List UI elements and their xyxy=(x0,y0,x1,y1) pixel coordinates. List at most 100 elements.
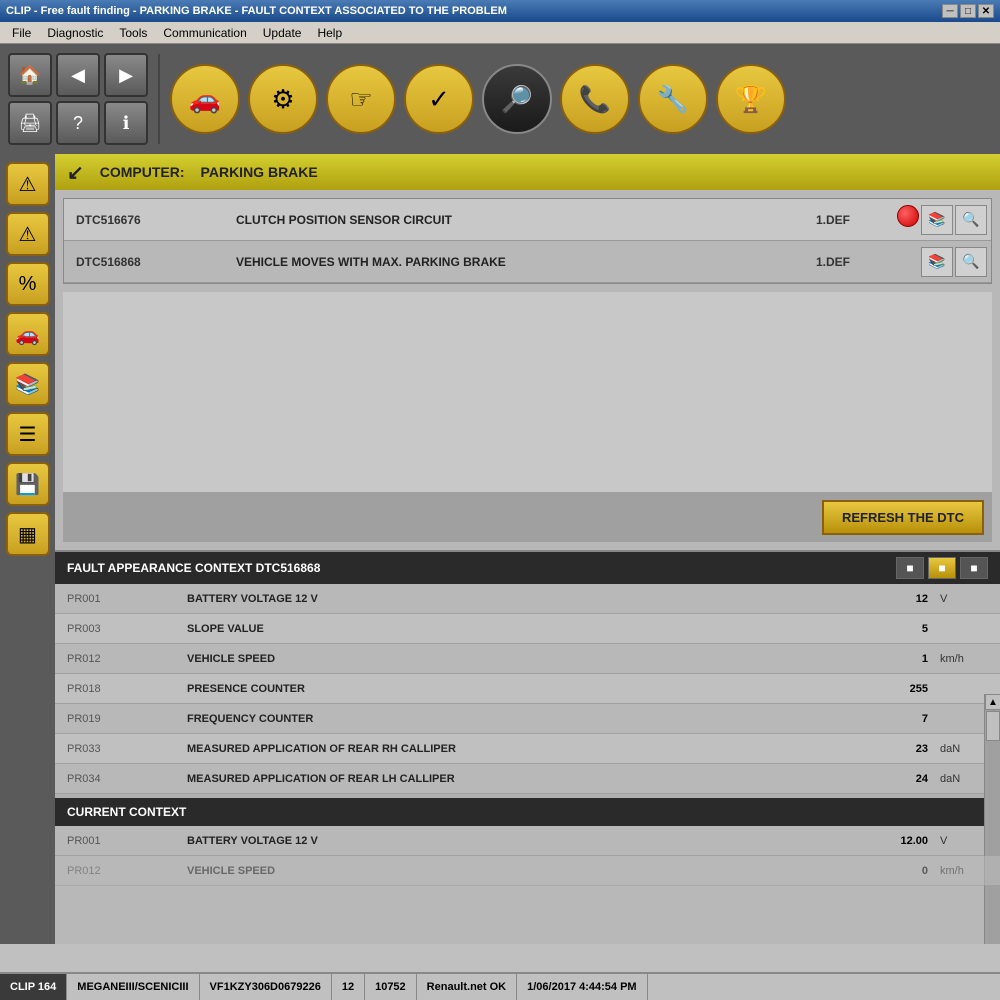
menu-update[interactable]: Update xyxy=(255,24,310,42)
dtc-row-1[interactable]: DTC516676 CLUTCH POSITION SENSOR CIRCUIT… xyxy=(64,199,991,241)
toolbar-icon-touch[interactable]: ☞ xyxy=(326,64,396,134)
ctx-row-3: PR018 PRESENCE COUNTER 255 xyxy=(55,674,1000,704)
no-indicator xyxy=(897,247,919,269)
scrollbar[interactable]: ▲ xyxy=(984,694,1000,944)
cur-ctx-val-0: 12.00 xyxy=(860,835,940,847)
computer-header: ↙ COMPUTER: PARKING BRAKE xyxy=(55,154,1000,190)
dtc-table: DTC516676 CLUTCH POSITION SENSOR CIRCUIT… xyxy=(63,198,992,284)
dtc-book-btn-1[interactable]: 📚 xyxy=(921,205,953,235)
menu-diagnostic[interactable]: Diagnostic xyxy=(39,24,111,42)
ctx-val-2: 1 xyxy=(860,653,940,665)
ctx-code-6: PR034 xyxy=(55,773,175,785)
current-context-title: CURRENT CONTEXT xyxy=(67,805,186,819)
dtc-row-2[interactable]: DTC516868 VEHICLE MOVES WITH MAX. PARKIN… xyxy=(64,241,991,283)
sidebar-warning2[interactable]: ⚠ xyxy=(6,212,50,256)
cur-ctx-row-1: PR012 VEHICLE SPEED 0 km/h xyxy=(55,856,1000,886)
current-context-table: PR001 BATTERY VOLTAGE 12 V 12.00 V PR012… xyxy=(55,826,1000,886)
ctx-desc-4: FREQUENCY COUNTER xyxy=(175,713,860,725)
computer-label: COMPUTER: xyxy=(100,164,185,180)
menu-help[interactable]: Help xyxy=(309,24,350,42)
ctx-tab-3[interactable]: ■ xyxy=(960,557,988,579)
status-clip: CLIP 164 xyxy=(0,974,67,1000)
ctx-row-2: PR012 VEHICLE SPEED 1 km/h xyxy=(55,644,1000,674)
dtc-status-2: 1.DEF xyxy=(773,255,893,269)
ctx-unit-0: V xyxy=(940,593,1000,605)
dtc-search-btn-1[interactable]: 🔍 xyxy=(955,205,987,235)
sidebar-percent[interactable]: % xyxy=(6,262,50,306)
toolbar-icon-gearbox[interactable]: ⚙ xyxy=(248,64,318,134)
main-content: ↙ COMPUTER: PARKING BRAKE DTC516676 CLUT… xyxy=(55,154,1000,944)
home-button[interactable]: 🏠 xyxy=(8,53,52,97)
fault-context-section: FAULT APPEARANCE CONTEXT DTC516868 ■ ■ ■… xyxy=(55,550,1000,886)
dtc-book-btn-2[interactable]: 📚 xyxy=(921,247,953,277)
cur-ctx-val-1: 0 xyxy=(860,865,940,877)
ctx-row-6: PR034 MEASURED APPLICATION OF REAR LH CA… xyxy=(55,764,1000,794)
ctx-row-1: PR003 SLOPE VALUE 5 xyxy=(55,614,1000,644)
sidebar-list[interactable]: ☰ xyxy=(6,412,50,456)
scroll-thumb[interactable] xyxy=(986,711,1000,741)
dtc-desc-1: CLUTCH POSITION SENSOR CIRCUIT xyxy=(224,213,773,227)
cur-ctx-code-1: PR012 xyxy=(55,865,175,877)
close-button[interactable]: ✕ xyxy=(978,4,994,18)
ctx-unit-2: km/h xyxy=(940,653,1000,665)
ctx-tab-1[interactable]: ■ xyxy=(896,557,924,579)
ctx-desc-0: BATTERY VOLTAGE 12 V xyxy=(175,593,860,605)
ctx-val-3: 255 xyxy=(860,683,940,695)
toolbar-icon-search[interactable]: 🔎 xyxy=(482,64,552,134)
ctx-code-1: PR003 xyxy=(55,623,175,635)
toolbar: 🏠 ◀ ▶ 🖨 ? ℹ 🚗 ⚙ ☞ ✓ 🔎 📞 🔧 🏆 xyxy=(0,44,1000,154)
cur-ctx-code-0: PR001 xyxy=(55,835,175,847)
ctx-desc-6: MEASURED APPLICATION OF REAR LH CALLIPER xyxy=(175,773,860,785)
toolbar-icon-award[interactable]: 🏆 xyxy=(716,64,786,134)
context-tabs: ■ ■ ■ xyxy=(896,557,988,579)
back-button[interactable]: ◀ xyxy=(56,53,100,97)
toolbar-icon-check[interactable]: ✓ xyxy=(404,64,474,134)
toolbar-divider xyxy=(158,54,160,144)
sidebar: ⚠ ⚠ % 🚗 📚 ☰ 💾 ▦ xyxy=(0,154,55,944)
status-bar: CLIP 164 MEGANEIII/SCENICIII VF1KZY306D0… xyxy=(0,972,1000,1000)
ctx-val-5: 23 xyxy=(860,743,940,755)
scroll-up[interactable]: ▲ xyxy=(985,694,1000,710)
fault-context-header: FAULT APPEARANCE CONTEXT DTC516868 ■ ■ ■ xyxy=(55,552,1000,584)
toolbar-icon-vehicle[interactable]: 🚗 xyxy=(170,64,240,134)
status-datetime: 1/06/2017 4:44:54 PM xyxy=(517,974,647,1000)
ctx-val-4: 7 xyxy=(860,713,940,725)
sidebar-car[interactable]: 🚗 xyxy=(6,312,50,356)
print-button[interactable]: 🖨 xyxy=(8,101,52,145)
info-button[interactable]: ℹ xyxy=(104,101,148,145)
ctx-val-0: 12 xyxy=(860,593,940,605)
sidebar-warning1[interactable]: ⚠ xyxy=(6,162,50,206)
title-text: CLIP - Free fault finding - PARKING BRAK… xyxy=(6,5,507,17)
dtc-status-1: 1.DEF xyxy=(773,213,893,227)
status-vin: VF1KZY306D0679226 xyxy=(200,974,332,1000)
ctx-desc-5: MEASURED APPLICATION OF REAR RH CALLIPER xyxy=(175,743,860,755)
ctx-desc-2: VEHICLE SPEED xyxy=(175,653,860,665)
sidebar-save[interactable]: 💾 xyxy=(6,462,50,506)
minimize-button[interactable]: ─ xyxy=(942,4,958,18)
ctx-desc-1: SLOPE VALUE xyxy=(175,623,860,635)
ctx-code-4: PR019 xyxy=(55,713,175,725)
menu-communication[interactable]: Communication xyxy=(155,24,254,42)
cur-ctx-row-0: PR001 BATTERY VOLTAGE 12 V 12.00 V xyxy=(55,826,1000,856)
ctx-desc-3: PRESENCE COUNTER xyxy=(175,683,860,695)
ctx-val-1: 5 xyxy=(860,623,940,635)
ctx-tab-2[interactable]: ■ xyxy=(928,557,956,579)
ctx-code-2: PR012 xyxy=(55,653,175,665)
maximize-button[interactable]: □ xyxy=(960,4,976,18)
forward-button[interactable]: ▶ xyxy=(104,53,148,97)
toolbar-icon-phone[interactable]: 📞 xyxy=(560,64,630,134)
dtc-actions-2: 📚 🔍 xyxy=(893,247,991,277)
cur-ctx-unit-1: km/h xyxy=(940,865,1000,877)
menu-file[interactable]: File xyxy=(4,24,39,42)
toolbar-icon-wrench[interactable]: 🔧 xyxy=(638,64,708,134)
help-button[interactable]: ? xyxy=(56,101,100,145)
dtc-code-2: DTC516868 xyxy=(64,255,224,269)
fault-context-table: PR001 BATTERY VOLTAGE 12 V 12 V PR003 SL… xyxy=(55,584,1000,794)
sidebar-barcode[interactable]: ▦ xyxy=(6,512,50,556)
ctx-row-5: PR033 MEASURED APPLICATION OF REAR RH CA… xyxy=(55,734,1000,764)
sidebar-book[interactable]: 📚 xyxy=(6,362,50,406)
dtc-search-btn-2[interactable]: 🔍 xyxy=(955,247,987,277)
ctx-code-5: PR033 xyxy=(55,743,175,755)
menu-tools[interactable]: Tools xyxy=(111,24,155,42)
refresh-dtc-button[interactable]: REFRESH THE DTC xyxy=(822,500,984,535)
